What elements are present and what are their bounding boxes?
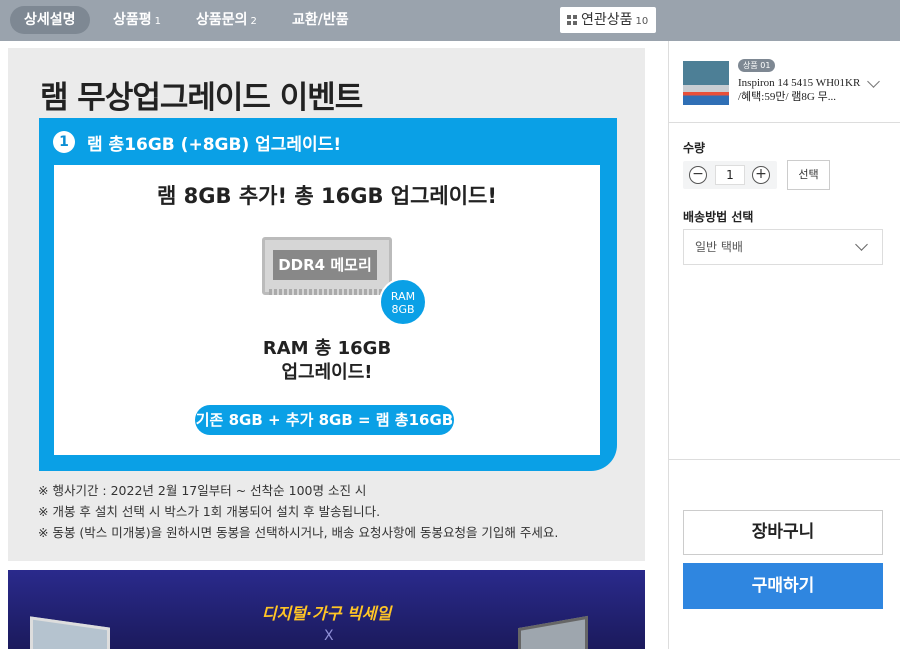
quantity-input[interactable]: 1 [715,165,745,185]
tab-detail[interactable]: 상세설명 [10,6,90,34]
event-blue-card: 1 램 총16GB (+8GB) 업그레이드! 램 8GB 추가! 총 16GB… [39,118,617,471]
tab-exchange-return[interactable]: 교환/반품 [292,6,349,34]
top-tab-bar: 상세설명 상품평 1 상품문의 2 교환/반품 연관상품 10 [0,0,900,41]
step-number-badge: 1 [53,131,75,153]
tab-exchange-label: 교환/반품 [292,12,349,28]
memory-module-illustration: DDR4 메모리 [262,237,392,295]
sale-banner-title: 디지털·가구 빅세일 [261,604,392,623]
ram-total-line1: RAM 총 16GB [262,338,392,359]
ram-total-text: RAM 총 16GB 업그레이드! [54,337,600,385]
tab-detail-label: 상세설명 [24,12,76,28]
note-line: ※ 동봉 (박스 미개봉)을 원하시면 동봉을 선택하시거나, 배송 요청사항에… [38,525,559,540]
panel-title: 램 8GB 추가! 총 16GB 업그레이드! [157,184,497,208]
purchase-sidebar: 상품 01 Inspiron 14 5415 WH01KR /혜택:59만/ 램… [668,41,900,649]
plus-icon[interactable]: + [752,166,770,184]
related-products-button[interactable]: 연관상품 10 [560,7,656,33]
shipping-method-select[interactable]: 일반 택배 [683,229,883,265]
product-thumbnail [683,61,729,105]
memory-contacts [269,289,387,295]
detail-content: 램 무상업그레이드 이벤트 1 램 총16GB (+8GB) 업그레이드! 램 … [0,41,668,649]
chevron-down-icon [855,238,868,251]
x-mark: X [324,628,334,644]
memory-label: DDR4 메모리 [273,250,377,280]
product-name: Inspiron 14 5415 WH01KR /혜택:59만/ 램8G 무..… [738,77,861,103]
tab-reviews-label: 상품평 [113,12,152,28]
selected-product[interactable]: 상품 01 Inspiron 14 5415 WH01KR /혜택:59만/ 램… [669,41,900,123]
related-products-label: 연관상품 [581,12,633,28]
step-heading: 램 총16GB (+8GB) 업그레이드! [87,135,342,155]
ram-badge-line2: 8GB [391,303,415,316]
tab-inquiries-count: 2 [250,16,257,27]
tab-reviews[interactable]: 상품평 1 [113,6,161,34]
shipping-method-label: 배송방법 선택 [683,210,754,224]
divider [669,459,900,460]
tab-reviews-count: 1 [154,16,162,27]
ram-8gb-badge: RAM 8GB [379,278,427,326]
event-title: 램 무상업그레이드 이벤트 [40,80,363,116]
tab-inquiries-label: 상품문의 [196,12,248,28]
ram-total-line2: 업그레이드! [281,362,373,383]
add-to-cart-button[interactable]: 장바구니 [683,510,883,555]
shipping-method-value: 일반 택배 [695,240,743,254]
product-badge: 상품 01 [738,59,776,72]
chevron-down-icon[interactable] [867,75,880,88]
buy-now-button[interactable]: 구매하기 [683,563,883,609]
event-notes: ※ 행사기간 : 2022년 2월 17일부터 ~ 선착순 100명 소진 시 … [38,480,558,543]
minus-icon[interactable]: − [689,166,707,184]
quantity-label: 수량 [683,141,706,155]
ram-upgrade-event-banner: 램 무상업그레이드 이벤트 1 램 총16GB (+8GB) 업그레이드! 램 … [8,48,645,561]
upgrade-formula-pill: 기존 8GB + 추가 8GB = 램 총16GB [195,405,454,435]
grid-icon [567,15,577,25]
event-panel: 램 8GB 추가! 총 16GB 업그레이드! DDR4 메모리 RAM 8GB… [54,165,600,455]
select-button[interactable]: 선택 [787,160,830,190]
ram-badge-line1: RAM [390,290,416,303]
note-line: ※ 행사기간 : 2022년 2월 17일부터 ~ 선착순 100명 소진 시 [38,483,367,498]
quantity-stepper: − 1 + [683,161,777,189]
related-products-count: 10 [635,16,649,27]
tab-inquiries[interactable]: 상품문의 2 [196,6,257,34]
digital-furniture-sale-banner: 디지털·가구 빅세일 X [8,570,645,649]
note-line: ※ 개봉 후 설치 선택 시 박스가 1회 개봉되어 설치 후 발송됩니다. [38,504,381,519]
